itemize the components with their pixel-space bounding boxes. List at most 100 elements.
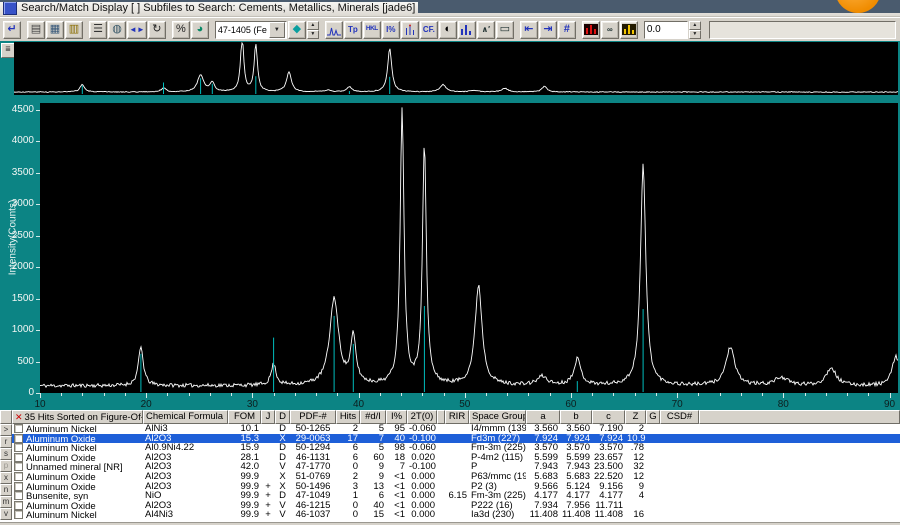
contrast-moon-button[interactable]: ◐ — [439, 21, 457, 39]
column-header-35-hits-sorted-on-figure-of-m-[interactable]: ✕35 Hits Sorted on Figure-Of-M... — [12, 410, 143, 424]
refresh-button[interactable]: ↻ — [148, 21, 166, 39]
overlay-droplet-button[interactable]: ◆ — [288, 21, 306, 39]
sm-ratio-button[interactable]: % — [172, 21, 190, 39]
spin-down-icon[interactable]: ▼ — [307, 30, 319, 39]
column-header-2t-0-[interactable]: 2T(0) — [407, 410, 437, 424]
peak-label-button[interactable]: Tp — [344, 21, 362, 39]
phase-checkbox[interactable] — [14, 472, 23, 481]
overlap-peaks-button[interactable]: ∧′ — [477, 21, 495, 39]
phase-checkbox[interactable] — [14, 443, 23, 452]
column-header-hits[interactable]: Hits — [336, 410, 360, 424]
spin-up-icon[interactable]: ▲ — [689, 21, 701, 30]
zoom-box-button[interactable]: ▭ — [496, 21, 514, 39]
table-side-button-m[interactable]: m — [0, 496, 12, 508]
table-row[interactable]: Aluminum OxideAl2O399.9+X50-1496313<10.0… — [12, 482, 900, 492]
phase-checkbox[interactable] — [14, 482, 23, 491]
red-bars-button[interactable] — [582, 21, 600, 39]
table-side-button-s[interactable]: s — [0, 448, 12, 460]
offset-field[interactable] — [644, 21, 688, 39]
tree-list-button[interactable]: ☰ — [89, 21, 107, 39]
phase-checkbox[interactable] — [14, 453, 23, 462]
scale-spinner[interactable]: ▲▼ — [307, 21, 319, 39]
print-button[interactable]: ▤ — [27, 21, 45, 39]
spin-down-icon[interactable]: ▼ — [689, 30, 701, 39]
intensity-markers-button[interactable]: I% — [382, 21, 400, 39]
column-header--d-i[interactable]: #d/I — [360, 410, 386, 424]
column-header-b[interactable]: b — [560, 410, 592, 424]
delete-hits-icon[interactable]: ✕ — [15, 412, 23, 422]
main-diffraction-pattern-svg — [40, 103, 898, 393]
pan-right-button[interactable]: ⇥ — [539, 21, 557, 39]
table-row[interactable]: Bunsenite, synNiO99.9+D47-104916<10.0006… — [12, 491, 900, 501]
table-side-button-p[interactable]: p — [0, 460, 12, 472]
cell: 6 — [360, 491, 386, 501]
save-button[interactable]: ▦ — [46, 21, 64, 39]
column-header-fom[interactable]: FOM — [228, 410, 261, 424]
table-row[interactable]: Aluminum OxideAl2O328.1D46-1131660180.02… — [12, 453, 900, 463]
pdf-dropdown[interactable]: 47-1405 (Fe▼ — [215, 21, 287, 39]
column-header-j[interactable]: J — [261, 410, 275, 424]
apply-button[interactable]: ↵ — [3, 21, 21, 39]
phase-checkbox[interactable] — [14, 434, 23, 443]
pie-analysis-button[interactable]: ◕ — [191, 21, 209, 39]
pan-left-button[interactable]: ⇤ — [520, 21, 538, 39]
column-header-d[interactable]: D — [275, 410, 290, 424]
web-globe-button[interactable]: ◍ — [108, 21, 126, 39]
chevron-down-icon[interactable]: ▼ — [269, 22, 285, 38]
cell: + — [261, 482, 275, 492]
column-header-space-group[interactable]: Space Group — [469, 410, 526, 424]
spin-up-icon[interactable]: ▲ — [307, 21, 319, 30]
move-peaks-button[interactable]: ◄► — [127, 21, 147, 39]
profile-peaks-button[interactable] — [325, 21, 343, 39]
table-side-button-n[interactable]: n — [0, 484, 12, 496]
t-infinity-button[interactable]: ∞ — [601, 21, 619, 39]
cell: 0 — [336, 510, 360, 520]
main-diffraction-chart[interactable] — [40, 103, 898, 393]
overview-strip-chart[interactable] — [14, 42, 898, 95]
table-row[interactable]: Aluminum NickelAlNi310.1D50-12652595-0.0… — [12, 424, 900, 434]
table-row[interactable]: Aluminum OxideAl2O399.9+V46-1215040<10.0… — [12, 501, 900, 511]
column-header-rir[interactable]: RIR — [445, 410, 469, 424]
table-row[interactable]: Aluminum NickelAl0.9Ni4.2215.9D50-129465… — [12, 443, 900, 453]
table-side-button-x[interactable]: x — [0, 472, 12, 484]
column-header-z[interactable]: Z — [625, 410, 646, 424]
phase-checkbox[interactable] — [14, 424, 23, 433]
phase-checkbox[interactable] — [14, 462, 23, 471]
column-header-i-[interactable]: I% — [386, 410, 407, 424]
phase-checkbox[interactable] — [14, 491, 23, 500]
column-header-g[interactable]: G — [646, 410, 660, 424]
column-header-pdf-[interactable]: PDF-# — [290, 410, 336, 424]
report-print-button[interactable]: ▥ — [65, 21, 83, 39]
table-row[interactable]: Aluminum NickelAl4Ni399.9+V46-1037015<10… — [12, 510, 900, 520]
column-header-chemical-formula[interactable]: Chemical Formula — [143, 410, 228, 424]
table-row[interactable]: Aluminum OxideAl2O315.3X29-006317740-0.1… — [12, 434, 900, 444]
cell: 9 — [360, 462, 386, 472]
table-side-button-next[interactable]: > — [0, 424, 12, 436]
cell — [437, 462, 445, 472]
phase-checkbox[interactable] — [14, 510, 23, 519]
x-tick-mark — [592, 393, 593, 396]
x-tick-mark — [762, 393, 763, 396]
hash-grid-button[interactable]: # — [558, 21, 576, 39]
column-header-c[interactable]: c — [592, 410, 625, 424]
table-row[interactable]: Aluminum OxideAl2O399.9X51-076929<10.000… — [12, 472, 900, 482]
column-header-a[interactable]: a — [526, 410, 560, 424]
cell: X — [275, 482, 290, 492]
bar-graph-button[interactable] — [458, 21, 476, 39]
stick-pattern-button[interactable] — [401, 21, 419, 39]
table-row[interactable]: Unnamed mineral [NR]Al2O342.0V47-1770097… — [12, 462, 900, 472]
y-tick-label: 2000 — [2, 261, 34, 272]
phase-name: Aluminum Oxide — [26, 501, 96, 511]
strip-splitter-button[interactable]: ≣ — [1, 43, 15, 58]
column-header-csd-[interactable]: CSD# — [660, 410, 699, 424]
yellow-bars-button[interactable] — [620, 21, 638, 39]
cell: 11.408 — [592, 510, 625, 520]
cell: 4.177 — [560, 491, 592, 501]
table-side-button-v[interactable]: v — [0, 508, 12, 520]
offset-spinner[interactable]: ▲▼ — [689, 21, 701, 39]
column-header-blank[interactable] — [437, 410, 445, 424]
hkl-markers-button[interactable]: HKL — [363, 21, 381, 39]
table-side-button-r[interactable]: r — [0, 436, 12, 448]
cf-button[interactable]: CF. — [420, 21, 438, 39]
phase-checkbox[interactable] — [14, 501, 23, 510]
